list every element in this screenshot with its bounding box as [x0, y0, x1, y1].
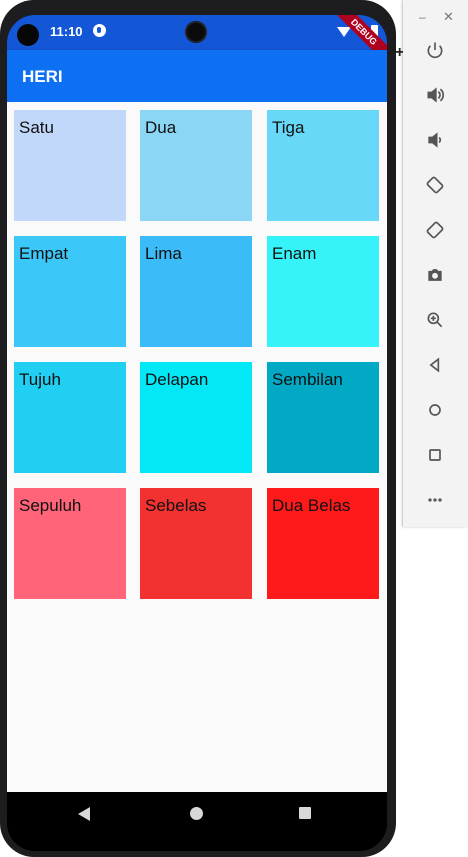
front-camera-left	[17, 24, 39, 46]
tile-sembilan[interactable]: Sembilan	[267, 362, 379, 473]
tile-label: Empat	[19, 244, 69, 263]
status-bar: 11:10 DEBUG	[7, 15, 387, 69]
tile-tujuh[interactable]: Tujuh	[14, 362, 126, 473]
tile-dua-belas[interactable]: Dua Belas	[267, 488, 379, 599]
tile-label: Sepuluh	[19, 496, 82, 515]
tile-label: Sebelas	[145, 496, 207, 515]
minimize-icon[interactable]: –	[419, 10, 426, 24]
close-icon[interactable]: ✕	[443, 9, 454, 25]
front-camera-center	[185, 21, 207, 43]
app-bar: HERI	[7, 50, 387, 102]
overview-icon[interactable]	[422, 442, 448, 468]
nav-back-icon[interactable]	[78, 807, 90, 821]
phone-frame: 11:10 DEBUG HERI Satu Dua Tiga Empat Lim…	[0, 0, 396, 857]
zoom-icon[interactable]	[422, 307, 448, 333]
tile-grid: Satu Dua Tiga Empat Lima Enam Tujuh Dela…	[7, 102, 387, 792]
nav-home-icon[interactable]	[190, 807, 203, 820]
tile-label: Lima	[145, 244, 182, 263]
window-controls: – ✕	[403, 9, 468, 26]
status-time: 11:10	[50, 24, 83, 39]
tile-sepuluh[interactable]: Sepuluh	[14, 488, 126, 599]
tile-satu[interactable]: Satu	[14, 110, 126, 221]
more-icon[interactable]	[422, 487, 448, 513]
wifi-icon	[337, 27, 351, 37]
tile-label: Satu	[19, 118, 54, 137]
tile-tiga[interactable]: Tiga	[267, 110, 379, 221]
emulator-toolbar: – ✕	[403, 0, 468, 527]
volume-up-icon[interactable]	[422, 82, 448, 108]
tile-dua[interactable]: Dua	[140, 110, 252, 221]
app-title: HERI	[22, 67, 63, 86]
tile-sebelas[interactable]: Sebelas	[140, 488, 252, 599]
camera-icon[interactable]	[422, 262, 448, 288]
tile-label: Tiga	[272, 118, 305, 137]
tile-label: Tujuh	[19, 370, 61, 389]
tile-label: Delapan	[145, 370, 209, 389]
tile-label: Enam	[272, 244, 317, 263]
volume-down-icon[interactable]	[422, 127, 448, 153]
rotate-right-icon[interactable]	[422, 217, 448, 243]
rotate-left-icon[interactable]	[422, 172, 448, 198]
notification-icon	[93, 24, 106, 37]
tile-enam[interactable]: Enam	[267, 236, 379, 347]
tile-label: Dua	[145, 118, 177, 137]
tile-lima[interactable]: Lima	[140, 236, 252, 347]
tile-delapan[interactable]: Delapan	[140, 362, 252, 473]
back-icon[interactable]	[422, 352, 448, 378]
power-icon[interactable]	[422, 37, 448, 63]
nav-recents-icon[interactable]	[299, 807, 311, 819]
tile-label: Sembilan	[272, 370, 343, 389]
tile-label: Dua Belas	[272, 496, 351, 515]
tile-empat[interactable]: Empat	[14, 236, 126, 347]
system-nav-bar	[7, 792, 387, 851]
device-screen: 11:10 DEBUG HERI Satu Dua Tiga Empat Lim…	[7, 15, 387, 851]
home-icon[interactable]	[422, 397, 448, 423]
